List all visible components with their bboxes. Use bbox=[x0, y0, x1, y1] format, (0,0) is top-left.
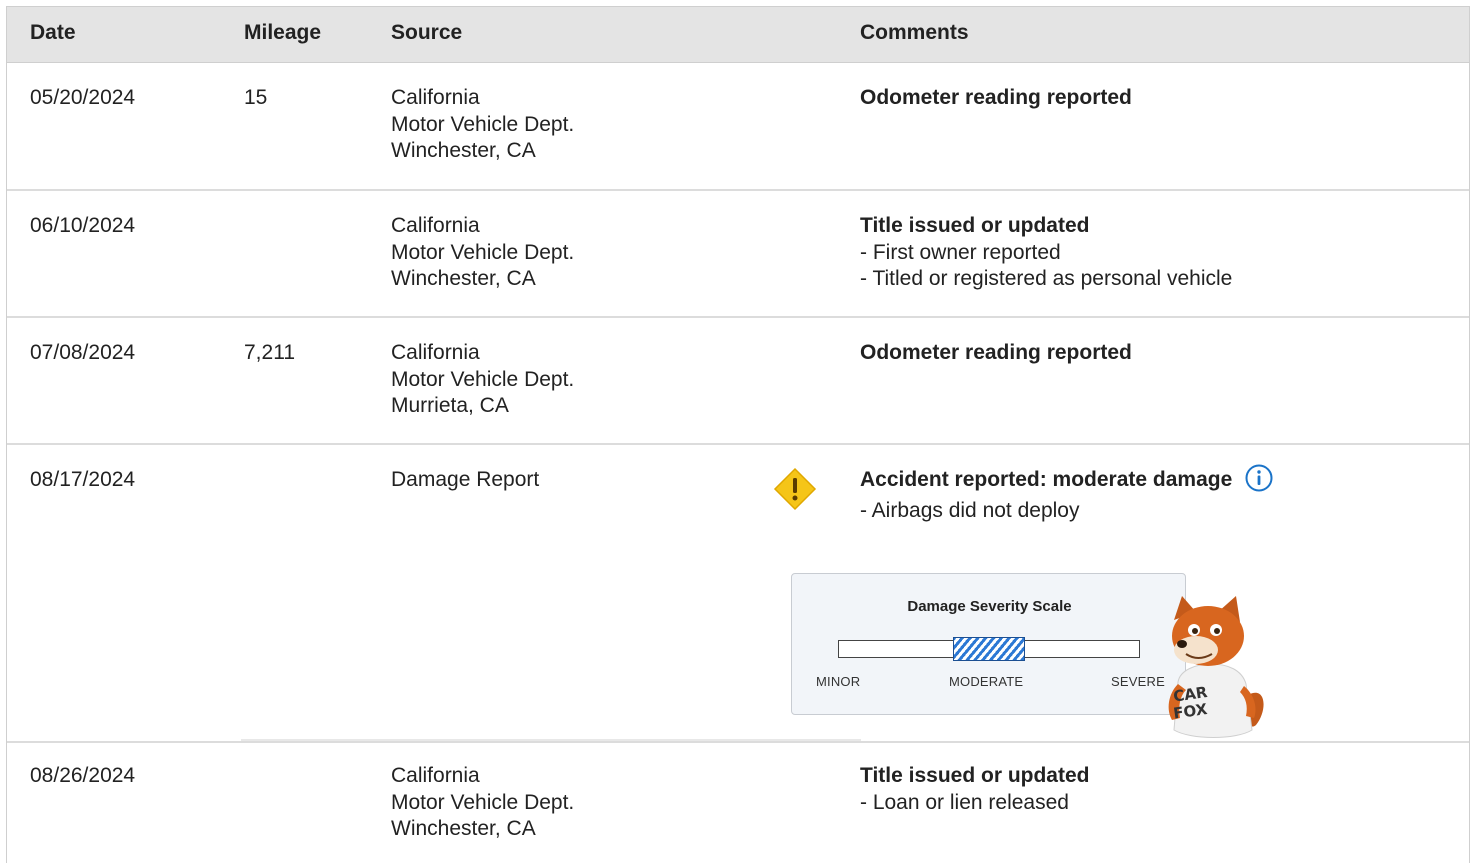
header-mileage: Mileage bbox=[244, 21, 322, 44]
accident-title-text: Accident reported: moderate damage bbox=[860, 468, 1233, 491]
row-comments: Odometer reading reported bbox=[860, 85, 1460, 112]
header-date: Date bbox=[30, 21, 76, 44]
comment-detail: - Loan or lien released bbox=[860, 790, 1069, 814]
row-mileage: 15 bbox=[244, 86, 268, 109]
row-comments: Title issued or updated - Loan or lien r… bbox=[860, 763, 1460, 816]
source-line: Motor Vehicle Dept. bbox=[391, 112, 575, 136]
source-line: California bbox=[391, 214, 480, 237]
severity-label-minor: MINOR bbox=[816, 674, 861, 689]
comment-title: Title issued or updated bbox=[860, 764, 1090, 787]
table-row: 06/10/2024 California Motor Vehicle Dept… bbox=[7, 191, 1469, 318]
source-line: Motor Vehicle Dept. bbox=[391, 367, 575, 391]
severity-title: Damage Severity Scale bbox=[907, 598, 1072, 615]
severity-label-moderate: MODERATE bbox=[949, 674, 1024, 689]
comment-detail: - Titled or registered as personal vehic… bbox=[860, 267, 1233, 290]
carfox-mascot-icon: CAR FOX bbox=[1168, 596, 1264, 738]
source-line: Motor Vehicle Dept. bbox=[391, 240, 575, 264]
comment-detail: - Airbags did not deploy bbox=[860, 498, 1080, 522]
comment-title: Accident reported: moderate damage bbox=[860, 464, 1460, 494]
table-row: 07/08/2024 7,211 California Motor Vehicl… bbox=[7, 318, 1469, 445]
row-comments: Odometer reading reported bbox=[860, 340, 1460, 367]
source-line: Winchester, CA bbox=[391, 139, 536, 162]
row-date: 08/26/2024 bbox=[30, 764, 136, 787]
comment-title: Odometer reading reported bbox=[860, 341, 1132, 364]
table-row: 08/26/2024 California Motor Vehicle Dept… bbox=[7, 741, 1469, 863]
table-row: 05/20/2024 15 California Motor Vehicle D… bbox=[7, 63, 1469, 191]
source-line: Murrieta, CA bbox=[391, 394, 509, 417]
row-source: California Motor Vehicle Dept. Wincheste… bbox=[391, 85, 574, 165]
source-line: California bbox=[391, 341, 480, 364]
comment-title: Title issued or updated bbox=[860, 214, 1090, 237]
warning-diamond-icon bbox=[773, 467, 817, 511]
row-source: Damage Report bbox=[391, 467, 539, 494]
source-line: Winchester, CA bbox=[391, 267, 536, 290]
source-line: Motor Vehicle Dept. bbox=[391, 790, 575, 814]
header-source: Source bbox=[391, 21, 463, 44]
row-date: 08/17/2024 bbox=[30, 468, 136, 491]
row-source: California Motor Vehicle Dept. Wincheste… bbox=[391, 213, 574, 293]
row-source: California Motor Vehicle Dept. Wincheste… bbox=[391, 763, 574, 843]
source-line: California bbox=[391, 86, 480, 109]
row-comments: Title issued or updated - First owner re… bbox=[860, 213, 1460, 293]
row-date: 05/20/2024 bbox=[30, 86, 136, 109]
row-comments: Accident reported: moderate damage - Air… bbox=[860, 464, 1460, 524]
severity-bar bbox=[838, 637, 1140, 661]
table-header: Date Mileage Source Comments bbox=[7, 6, 1469, 63]
info-circle-icon[interactable] bbox=[1244, 463, 1274, 493]
row-date: 06/10/2024 bbox=[30, 214, 136, 237]
row-source: California Motor Vehicle Dept. Murrieta,… bbox=[391, 340, 574, 420]
comment-detail: - First owner reported bbox=[860, 240, 1061, 264]
comment-title: Odometer reading reported bbox=[860, 86, 1132, 109]
severity-highlight bbox=[953, 637, 1025, 661]
source-line: Damage Report bbox=[391, 468, 540, 491]
source-line: Winchester, CA bbox=[391, 817, 536, 840]
header-comments: Comments bbox=[860, 21, 969, 44]
source-line: California bbox=[391, 764, 480, 787]
damage-severity-scale: Damage Severity Scale MINOR MODERATE SEV… bbox=[791, 573, 1186, 715]
row-date: 07/08/2024 bbox=[30, 341, 136, 364]
row-mileage: 7,211 bbox=[244, 341, 295, 364]
